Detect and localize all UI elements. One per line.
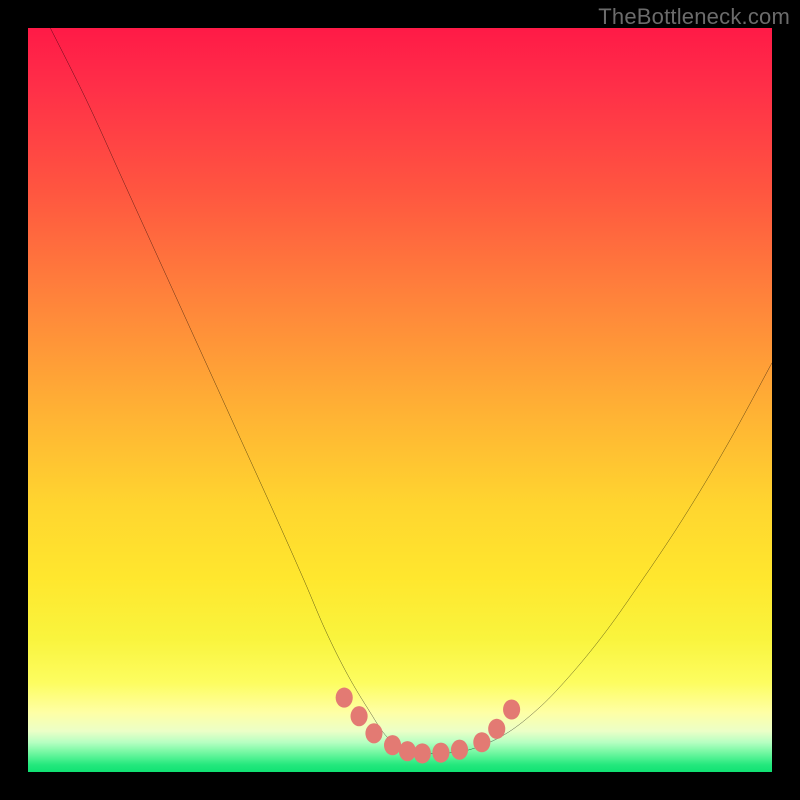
marker-point [365, 723, 382, 743]
marker-point [432, 743, 449, 763]
chart-frame: TheBottleneck.com [0, 0, 800, 800]
marker-point [451, 740, 468, 760]
watermark-text: TheBottleneck.com [598, 4, 790, 30]
curve-layer [28, 28, 772, 772]
bottleneck-curve [50, 28, 772, 753]
marker-point [473, 732, 490, 752]
marker-point [399, 741, 416, 761]
marker-point [503, 699, 520, 719]
marker-group [336, 688, 521, 764]
plot-area [28, 28, 772, 772]
marker-point [336, 688, 353, 708]
marker-point [384, 735, 401, 755]
marker-point [488, 719, 505, 739]
marker-point [414, 743, 431, 763]
marker-point [351, 706, 368, 726]
